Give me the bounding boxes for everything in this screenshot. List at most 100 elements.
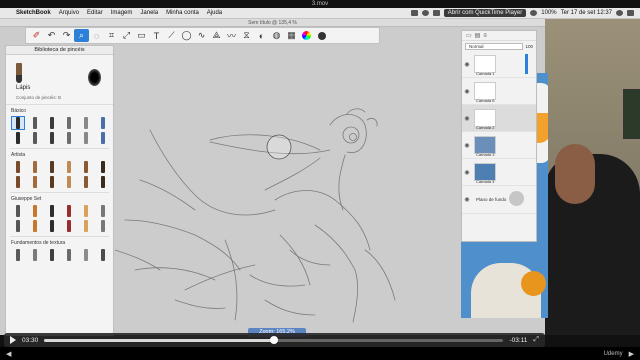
- brush-thumbnail[interactable]: [46, 132, 58, 144]
- menu-app[interactable]: SketchBook: [12, 10, 55, 16]
- brush-thumbnail[interactable]: [63, 205, 75, 217]
- opacity-value[interactable]: 100: [525, 44, 533, 49]
- brush-thumbnail[interactable]: [46, 176, 58, 188]
- brush-thumbnail[interactable]: [63, 220, 75, 232]
- eye-icon[interactable]: ◉: [462, 61, 472, 68]
- menu-janela[interactable]: Janela: [136, 10, 162, 16]
- brush-thumbnail[interactable]: [63, 249, 75, 261]
- layer-row[interactable]: ◉ Camada 6: [462, 78, 536, 105]
- brush-thumbnail[interactable]: [80, 249, 92, 261]
- eye-icon[interactable]: ◉: [462, 142, 472, 149]
- brush-thumbnail[interactable]: [97, 117, 109, 129]
- brush-thumbnail[interactable]: [12, 205, 24, 217]
- clock[interactable]: Ter 17 de set 12:37: [561, 10, 612, 16]
- wifi-icon[interactable]: [530, 10, 538, 16]
- play-icon[interactable]: [10, 336, 16, 344]
- brush-thumbnail[interactable]: [80, 205, 92, 217]
- menu-arquivo[interactable]: Arquivo: [55, 10, 83, 16]
- layer-icon[interactable]: ◍: [269, 29, 284, 42]
- current-brush[interactable]: Lápis Conjunto de pincéis: B: [6, 55, 113, 105]
- stroke-icon[interactable]: 〰: [224, 29, 239, 42]
- brush-thumbnail[interactable]: [46, 220, 58, 232]
- section-giuseppe[interactable]: Giuseppe Set: [6, 193, 113, 204]
- search-icon[interactable]: [616, 10, 623, 16]
- blend-mode-select[interactable]: Normal: [465, 42, 524, 50]
- layer-row[interactable]: ◉ Camada 3: [462, 132, 536, 159]
- menu-editar[interactable]: Editar: [83, 10, 107, 16]
- brush-thumbnail[interactable]: [80, 220, 92, 232]
- brush-thumbnail[interactable]: [80, 161, 92, 173]
- menu-imagem[interactable]: Imagem: [107, 10, 137, 16]
- layer-row[interactable]: ◉ Camada 1: [462, 51, 536, 78]
- zoom-tool-icon[interactable]: ⌕: [74, 29, 89, 42]
- eye-icon[interactable]: ◉: [462, 88, 472, 95]
- brush-thumbnail[interactable]: [12, 161, 24, 173]
- brush-thumbnail[interactable]: [80, 132, 92, 144]
- brush-thumbnail[interactable]: [46, 161, 58, 173]
- prev-icon[interactable]: ◀: [6, 350, 11, 358]
- seek-handle[interactable]: [269, 335, 278, 344]
- layer-group-icon[interactable]: ▤: [475, 32, 481, 39]
- brush-tool-icon[interactable]: ✐: [29, 29, 44, 42]
- status-icon[interactable]: [421, 10, 429, 16]
- text-tool-icon[interactable]: T: [149, 29, 164, 42]
- eye-icon[interactable]: ◉: [462, 196, 472, 203]
- brush-thumbnail[interactable]: [29, 117, 41, 129]
- menu-minha-conta[interactable]: Minha conta: [162, 10, 203, 16]
- layer-menu-icon[interactable]: ≡: [483, 33, 487, 39]
- brush-thumbnail[interactable]: [97, 205, 109, 217]
- section-artista[interactable]: Artista: [6, 149, 113, 160]
- fill-icon[interactable]: ◐: [254, 29, 269, 42]
- brush-thumbnail[interactable]: [29, 176, 41, 188]
- layer-row-selected[interactable]: ◉ Camada 2: [462, 105, 536, 132]
- layer-row[interactable]: ◉ Camada 4: [462, 159, 536, 186]
- transform-icon[interactable]: ⤢: [119, 29, 134, 42]
- next-icon[interactable]: ▶: [629, 350, 634, 358]
- undo-icon[interactable]: ↶: [44, 29, 59, 42]
- brush-properties-icon[interactable]: ▦: [284, 29, 299, 42]
- section-basico[interactable]: Básico: [6, 105, 113, 116]
- status-icon[interactable]: [432, 10, 440, 16]
- layer-opacity-bar[interactable]: [525, 54, 528, 74]
- perspective-icon[interactable]: ⟁: [209, 29, 224, 42]
- brush-thumbnail[interactable]: [11, 116, 25, 130]
- quicktime-button[interactable]: Abrir com QuickTime Player: [443, 9, 527, 17]
- lasso-icon[interactable]: ◌: [89, 29, 104, 42]
- eye-icon[interactable]: ◉: [462, 169, 472, 176]
- brush-thumbnail[interactable]: [12, 249, 24, 261]
- ellipse-icon[interactable]: ◯: [179, 29, 194, 42]
- brush-thumbnail[interactable]: [63, 176, 75, 188]
- brush-thumbnail[interactable]: [63, 117, 75, 129]
- seek-bar[interactable]: [44, 335, 504, 344]
- brush-thumbnail[interactable]: [97, 220, 109, 232]
- brush-thumbnail[interactable]: [29, 132, 41, 144]
- background-layer[interactable]: ◉ Plano de fundo: [462, 186, 536, 214]
- brush-thumbnail[interactable]: [97, 161, 109, 173]
- redo-icon[interactable]: ↷: [59, 29, 74, 42]
- menu-ajuda[interactable]: Ajuda: [203, 10, 226, 16]
- status-icon[interactable]: [410, 10, 418, 16]
- brush-thumbnail[interactable]: [63, 161, 75, 173]
- fullscreen-icon[interactable]: ⤢: [533, 336, 539, 344]
- ruler-icon[interactable]: ⟋: [164, 29, 179, 42]
- brush-thumbnail[interactable]: [12, 176, 24, 188]
- brush-thumbnail[interactable]: [29, 161, 41, 173]
- brush-thumbnail[interactable]: [97, 132, 109, 144]
- add-layer-icon[interactable]: ▭: [466, 32, 472, 39]
- brush-thumbnail[interactable]: [12, 132, 24, 144]
- brush-thumbnail[interactable]: [80, 117, 92, 129]
- brush-thumbnail[interactable]: [97, 176, 109, 188]
- brush-thumbnail[interactable]: [29, 249, 41, 261]
- eye-icon[interactable]: ◉: [462, 115, 472, 122]
- brush-thumbnail[interactable]: [63, 132, 75, 144]
- brush-thumbnail[interactable]: [29, 220, 41, 232]
- rect-select-icon[interactable]: ▭: [134, 29, 149, 42]
- curve-icon[interactable]: ∿: [194, 29, 209, 42]
- brush-thumbnail[interactable]: [46, 205, 58, 217]
- menu-icon[interactable]: [627, 10, 634, 16]
- brush-thumbnail[interactable]: [46, 249, 58, 261]
- brush-thumbnail[interactable]: [12, 220, 24, 232]
- color-swatch-icon[interactable]: [314, 29, 329, 42]
- color-wheel-icon[interactable]: [299, 29, 314, 42]
- crop-icon[interactable]: ⌗: [104, 29, 119, 42]
